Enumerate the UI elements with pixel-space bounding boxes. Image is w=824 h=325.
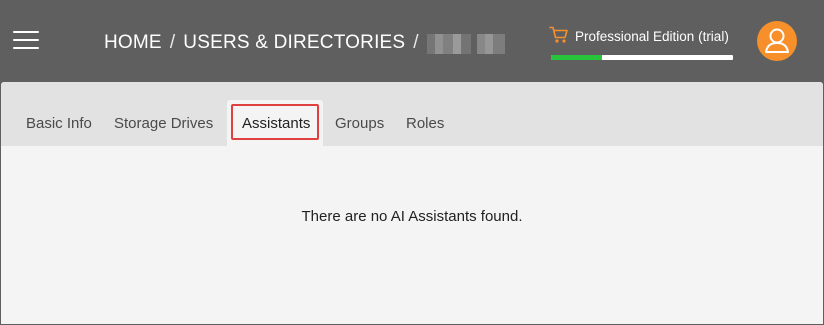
top-header: HOME / USERS & DIRECTORIES / Professiona…: [0, 0, 824, 82]
edition-label: Professional Edition (trial): [575, 29, 729, 44]
app-window: HOME / USERS & DIRECTORIES / Professiona…: [0, 0, 824, 325]
empty-state-message: There are no AI Assistants found.: [301, 208, 523, 225]
tab-storage-drives[interactable]: Storage Drives: [114, 115, 213, 132]
hamburger-menu-icon[interactable]: [13, 30, 39, 50]
tab-basic-info[interactable]: Basic Info: [26, 115, 92, 132]
cart-icon: [549, 26, 568, 43]
tab-roles[interactable]: Roles: [406, 115, 444, 132]
content-panel: Basic Info Storage Drives Assistants Gro…: [1, 82, 823, 324]
breadcrumb: HOME / USERS & DIRECTORIES /: [104, 31, 505, 55]
breadcrumb-current-redacted: [426, 34, 505, 54]
tab-groups[interactable]: Groups: [335, 115, 384, 132]
trial-progress-fill: [551, 55, 602, 60]
user-icon: [765, 28, 789, 53]
tab-assistants-label: Assistants: [242, 115, 311, 132]
active-tab-container: Assistants: [227, 100, 323, 146]
tab-bar: Basic Info Storage Drives Assistants Gro…: [1, 82, 823, 146]
user-avatar-button[interactable]: [757, 21, 797, 61]
trial-progress-bar: [551, 55, 733, 60]
edition-upgrade-button[interactable]: Professional Edition (trial): [549, 26, 733, 62]
breadcrumb-separator: /: [413, 32, 419, 53]
breadcrumb-home[interactable]: HOME: [104, 32, 162, 54]
tab-assistants[interactable]: Assistants: [231, 104, 319, 140]
breadcrumb-separator: /: [169, 32, 176, 53]
breadcrumb-users-directories[interactable]: USERS & DIRECTORIES: [183, 32, 405, 54]
